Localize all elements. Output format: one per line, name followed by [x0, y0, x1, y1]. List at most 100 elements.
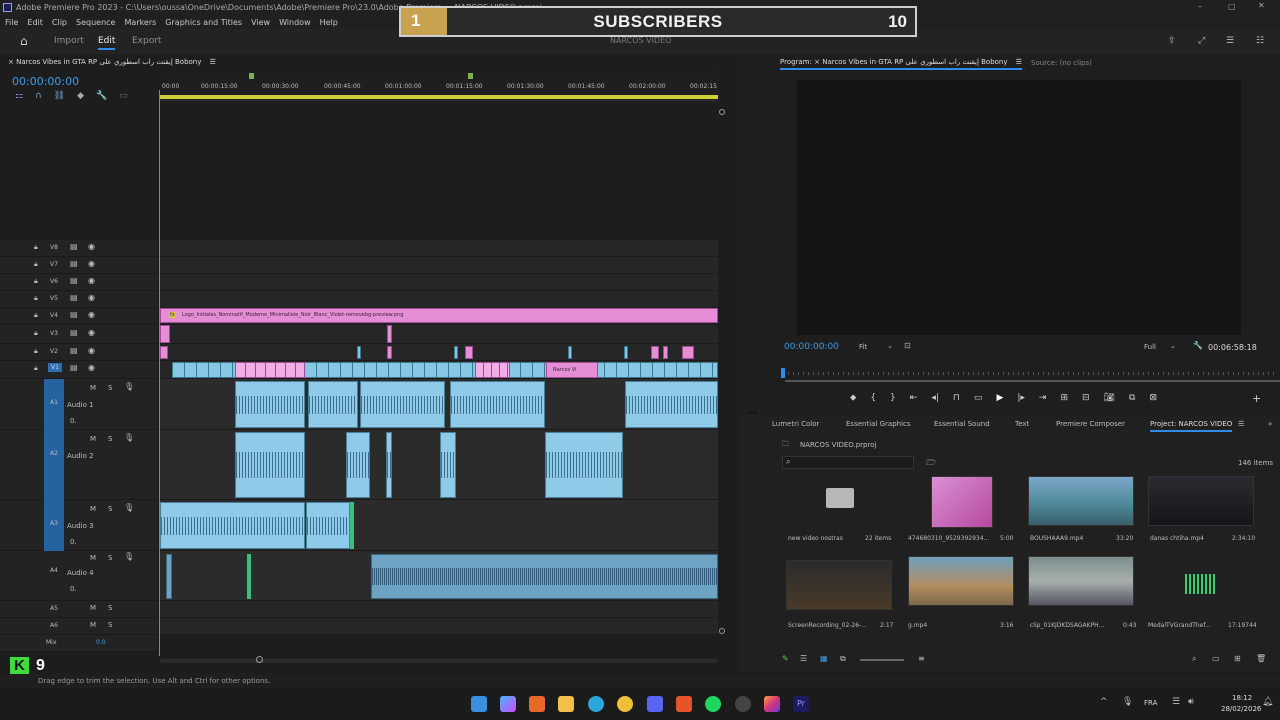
program-menu-icon[interactable]: ☰ [1016, 58, 1022, 66]
v2-clip[interactable] [663, 346, 668, 359]
program-zoom-bar[interactable] [785, 380, 1280, 382]
sort-icon[interactable]: ≡ [918, 654, 925, 663]
project-item[interactable]: danas chtiha.mp4 2:34:10 [1148, 476, 1260, 548]
discord-icon[interactable] [647, 696, 663, 712]
a3-clip[interactable] [160, 502, 305, 549]
spotify-icon[interactable] [705, 696, 721, 712]
a4-music-clip[interactable] [371, 554, 718, 599]
export-frame-icon[interactable]: ▭ [974, 393, 983, 403]
start-icon[interactable] [471, 696, 487, 712]
mute-button[interactable]: M [90, 384, 96, 392]
play-icon[interactable]: ▶ [996, 393, 1003, 403]
project-item[interactable]: clip_01KJDKDSAGAKPH... 0:43 [1028, 556, 1140, 630]
go-to-out-icon[interactable]: ⇥ [1039, 393, 1047, 403]
zoom-handle[interactable] [256, 656, 263, 663]
workspace-menu-icon[interactable]: ☷ [1256, 36, 1264, 46]
track-label-v2[interactable]: V2 [50, 348, 58, 355]
mic-icon[interactable]: 🎙︎ [124, 433, 134, 442]
chevron-down-icon[interactable]: ⌄ [1170, 342, 1176, 350]
v2-clip[interactable] [568, 346, 572, 359]
menu-sequence[interactable]: Sequence [76, 18, 115, 27]
app-icon-orange[interactable] [529, 696, 545, 712]
menu-file[interactable]: File [5, 18, 18, 27]
thumbnail-size-slider[interactable] [860, 659, 904, 661]
vr-icon[interactable]: ⊠ [1149, 393, 1157, 403]
project-item[interactable]: ScreenRecording_02-26-... 2:17 [786, 556, 898, 630]
clock-time[interactable]: 18:12 [1232, 694, 1252, 702]
notification-icon[interactable]: 🔔︎ [1262, 697, 1273, 707]
tab-essential-sound[interactable]: Essential Sound [934, 420, 990, 428]
sync-icon[interactable]: ▤ [70, 276, 78, 285]
sync-icon[interactable]: ▤ [70, 363, 78, 372]
menu-graphics[interactable]: Graphics and Titles [165, 18, 242, 27]
v1-narcos-clip[interactable]: Narcos Vi [546, 362, 598, 378]
lane-v4[interactable]: fx Logo_Initiales_Nominatif_Moderne_Mini… [160, 308, 718, 325]
tab-premiere-composer[interactable]: Premiere Composer [1056, 420, 1125, 428]
safe-margins-icon[interactable]: ⊡ [904, 341, 911, 350]
menu-clip[interactable]: Clip [52, 18, 67, 27]
eye-icon[interactable]: ◉ [88, 276, 95, 285]
timeline-timecode[interactable]: 00:00:00:00 [12, 75, 79, 88]
program-video-frame[interactable] [797, 80, 1241, 335]
menu-markers[interactable]: Markers [124, 18, 156, 27]
a1-clip[interactable] [450, 381, 545, 428]
track-target-a2[interactable] [44, 430, 64, 500]
chrome-icon[interactable] [617, 696, 633, 712]
eye-icon[interactable]: ◉ [88, 293, 95, 302]
vscroll-handle-bottom[interactable] [719, 628, 725, 634]
instagram-icon[interactable] [764, 696, 780, 712]
lane-a1[interactable] [160, 379, 718, 430]
a2-clip[interactable] [440, 432, 456, 498]
track-lock-icon[interactable]: 🔒︎ [34, 311, 38, 320]
menu-help[interactable]: Help [320, 18, 338, 27]
mute-button[interactable]: M [90, 435, 96, 443]
a2-clip[interactable] [346, 432, 370, 498]
lane-a4[interactable] [160, 551, 718, 601]
share-icon[interactable]: ⇪ [1168, 36, 1176, 46]
track-label-v8[interactable]: V8 [50, 244, 58, 251]
v2-clip[interactable] [465, 346, 473, 359]
mic-icon[interactable]: 🎙︎ [124, 382, 134, 391]
icon-view-icon[interactable]: ▦ [820, 654, 828, 663]
tab-project[interactable]: Project: NARCOS VIDEO [1150, 420, 1233, 432]
eye-icon[interactable]: ◉ [88, 242, 95, 251]
lane-v1[interactable]: Narcos Vi [160, 361, 718, 379]
freeform-view-icon[interactable]: ⧉ [840, 654, 846, 664]
new-item-icon[interactable]: ⊞ [1234, 654, 1241, 663]
full-select[interactable]: Full [1144, 343, 1156, 351]
lane-a3[interactable] [160, 500, 718, 551]
v2-clip[interactable] [651, 346, 659, 359]
track-lock-icon[interactable]: 🔒︎ [34, 364, 38, 373]
marker-1[interactable] [249, 73, 254, 79]
v2-clip[interactable] [387, 346, 392, 359]
marker-2[interactable] [468, 73, 473, 79]
track-lock-icon[interactable]: 🔒︎ [34, 329, 38, 338]
step-back-icon[interactable]: ◂| [931, 393, 939, 403]
clock-date[interactable]: 28/02/2026 [1221, 705, 1261, 713]
insert-icon[interactable]: ⊞ [1060, 393, 1068, 403]
mic-icon[interactable]: 🎙︎ [124, 503, 134, 512]
lane-v8[interactable] [160, 240, 718, 257]
solo-button[interactable]: S [108, 621, 112, 629]
pencil-icon[interactable]: ✎ [782, 654, 789, 663]
github-desktop-icon[interactable] [735, 696, 751, 712]
magnet-icon[interactable]: ∩ [35, 91, 42, 101]
v1-clip[interactable] [475, 362, 510, 378]
project-item[interactable]: BOUSHAAA9.mp4 33:20 [1028, 476, 1138, 548]
project-item[interactable]: g.mp4 3:16 [906, 556, 1018, 630]
lift-icon[interactable]: ⊓ [953, 393, 960, 403]
track-label-v7[interactable]: V7 [50, 261, 58, 268]
brave-icon[interactable] [676, 696, 692, 712]
a1-clip[interactable] [625, 381, 718, 428]
add-button-icon[interactable]: + [1252, 392, 1261, 405]
mute-button[interactable]: M [90, 505, 96, 513]
panel-overflow-icon[interactable]: » [1268, 420, 1272, 428]
v1-clip[interactable] [235, 362, 305, 378]
maximize-panel-icon[interactable]: ☰ [1226, 36, 1234, 46]
add-marker-icon[interactable]: ⬥ [850, 393, 856, 403]
mark-in-icon[interactable]: { [870, 393, 876, 403]
lane-a2[interactable] [160, 430, 718, 500]
file-explorer-icon[interactable] [558, 696, 574, 712]
caption-icon[interactable]: ▭ [119, 91, 128, 101]
mute-button[interactable]: M [90, 621, 96, 629]
